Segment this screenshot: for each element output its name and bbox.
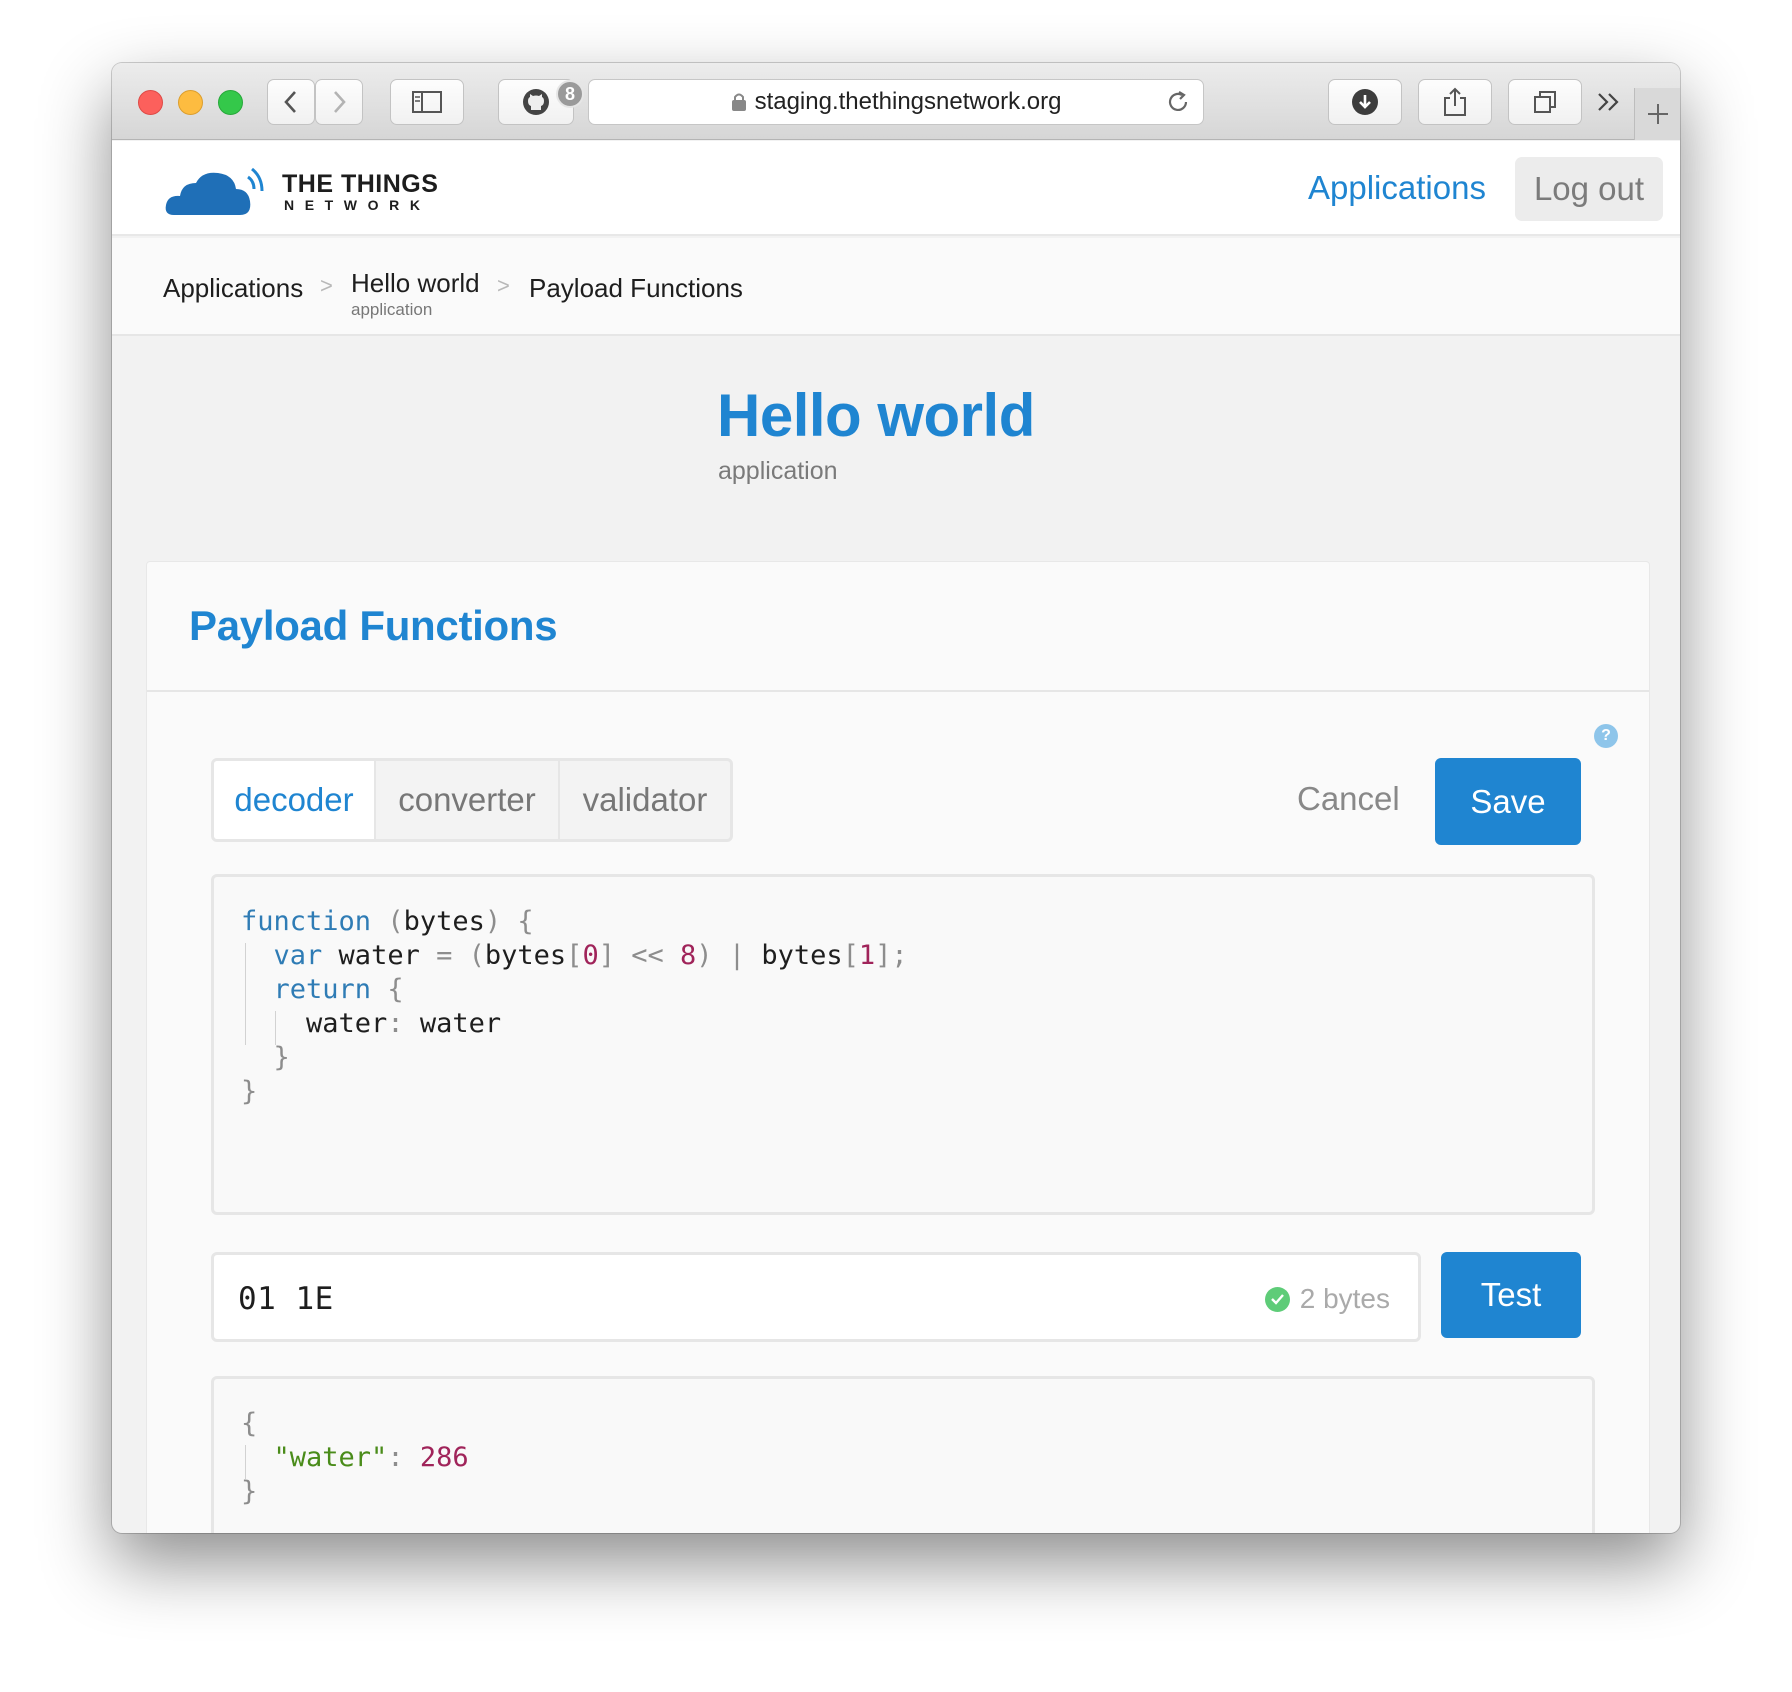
code-content: function (bytes) { var water = (bytes[0]… xyxy=(241,905,908,1109)
logout-button[interactable]: Log out xyxy=(1515,157,1663,221)
card-title: Payload Functions xyxy=(189,602,558,649)
tab-validator[interactable]: validator xyxy=(560,761,730,839)
site-header: THE THINGS NETWORK Applications Log out xyxy=(112,141,1680,236)
payload-size-text: 2 bytes xyxy=(1299,1283,1390,1314)
sidebar-toggle-button[interactable] xyxy=(390,79,464,125)
test-button[interactable]: Test xyxy=(1441,1252,1581,1338)
brand-name-line2: NETWORK xyxy=(284,197,431,213)
payload-input[interactable]: 01 1E 2 bytes xyxy=(211,1252,1421,1342)
result-line: } xyxy=(241,1476,258,1507)
url-text: staging.thethingsnetwork.org xyxy=(754,88,1062,115)
minimize-window-button[interactable] xyxy=(178,90,203,115)
chevron-right-icon xyxy=(334,91,346,113)
function-tabs: decoder converter validator xyxy=(211,758,733,842)
code-line: water: water xyxy=(241,1008,502,1039)
address-bar[interactable]: staging.thethingsnetwork.org xyxy=(588,79,1204,125)
more-chevrons-icon[interactable] xyxy=(1596,91,1622,113)
brand-name-line1: THE THINGS xyxy=(282,170,439,198)
check-circle-icon xyxy=(1264,1286,1290,1312)
code-line: } xyxy=(273,1042,290,1073)
tabs-overview-button[interactable] xyxy=(1508,79,1582,125)
browser-toolbar: 8 staging.thethingsnetwork.org xyxy=(112,63,1680,140)
tabs-icon xyxy=(1534,91,1556,113)
ttn-logo-icon[interactable] xyxy=(164,163,270,219)
close-window-button[interactable] xyxy=(138,90,163,115)
lock-icon xyxy=(731,93,746,111)
sidebar-icon xyxy=(412,91,442,113)
code-line: var water = (bytes[0] << 8) | bytes[1]; xyxy=(273,940,908,971)
plus-icon xyxy=(1647,104,1668,124)
payload-value: 01 1E xyxy=(238,1281,334,1317)
browser-window: 8 staging.thethingsnetwork.org THE THING… xyxy=(112,63,1680,1533)
share-icon xyxy=(1444,87,1466,116)
chevron-left-icon xyxy=(284,91,296,113)
card-header: Payload Functions xyxy=(147,562,1649,692)
test-result-output: { "water": 286} xyxy=(211,1376,1595,1533)
github-icon xyxy=(523,89,549,115)
breadcrumb-separator: > xyxy=(320,273,333,298)
reload-icon[interactable] xyxy=(1165,89,1191,115)
breadcrumb-payload-functions: Payload Functions xyxy=(529,273,743,303)
payload-size-indicator: 2 bytes xyxy=(1264,1283,1390,1315)
tab-decoder[interactable]: decoder xyxy=(214,761,376,839)
payload-functions-card: Payload Functions ? decoder converter va… xyxy=(146,561,1650,1533)
tab-converter[interactable]: converter xyxy=(376,761,560,839)
back-button[interactable] xyxy=(267,79,315,125)
new-tab-button[interactable] xyxy=(1634,88,1680,140)
github-notification-badge: 8 xyxy=(556,80,584,108)
code-line: function (bytes) { xyxy=(241,906,534,937)
downloads-button[interactable] xyxy=(1328,79,1402,125)
breadcrumb-applications[interactable]: Applications xyxy=(163,273,303,304)
result-line: "water": 286 xyxy=(273,1442,469,1473)
page-title: Hello world xyxy=(717,382,1035,449)
cancel-button[interactable]: Cancel xyxy=(1297,780,1400,818)
nav-applications-link[interactable]: Applications xyxy=(1308,169,1486,207)
breadcrumb-hello-world[interactable]: Hello world xyxy=(351,268,480,299)
download-icon xyxy=(1352,89,1378,115)
result-line: { xyxy=(241,1408,258,1439)
zoom-window-button[interactable] xyxy=(218,90,243,115)
breadcrumb: Applications > Hello world application >… xyxy=(112,238,1680,336)
brand-logo-text[interactable]: THE THINGS NETWORK xyxy=(282,171,438,213)
code-line: return { xyxy=(273,974,404,1005)
code-line: } xyxy=(241,1076,258,1107)
result-content: { "water": 286} xyxy=(241,1407,469,1509)
page-subtitle: application xyxy=(718,457,838,485)
breadcrumb-separator: > xyxy=(497,273,510,298)
save-button[interactable]: Save xyxy=(1435,758,1581,845)
help-icon[interactable]: ? xyxy=(1594,724,1618,748)
forward-button[interactable] xyxy=(315,79,363,125)
code-editor[interactable]: function (bytes) { var water = (bytes[0]… xyxy=(211,874,1595,1215)
share-button[interactable] xyxy=(1418,79,1492,125)
breadcrumb-hello-world-sub: application xyxy=(351,300,433,319)
